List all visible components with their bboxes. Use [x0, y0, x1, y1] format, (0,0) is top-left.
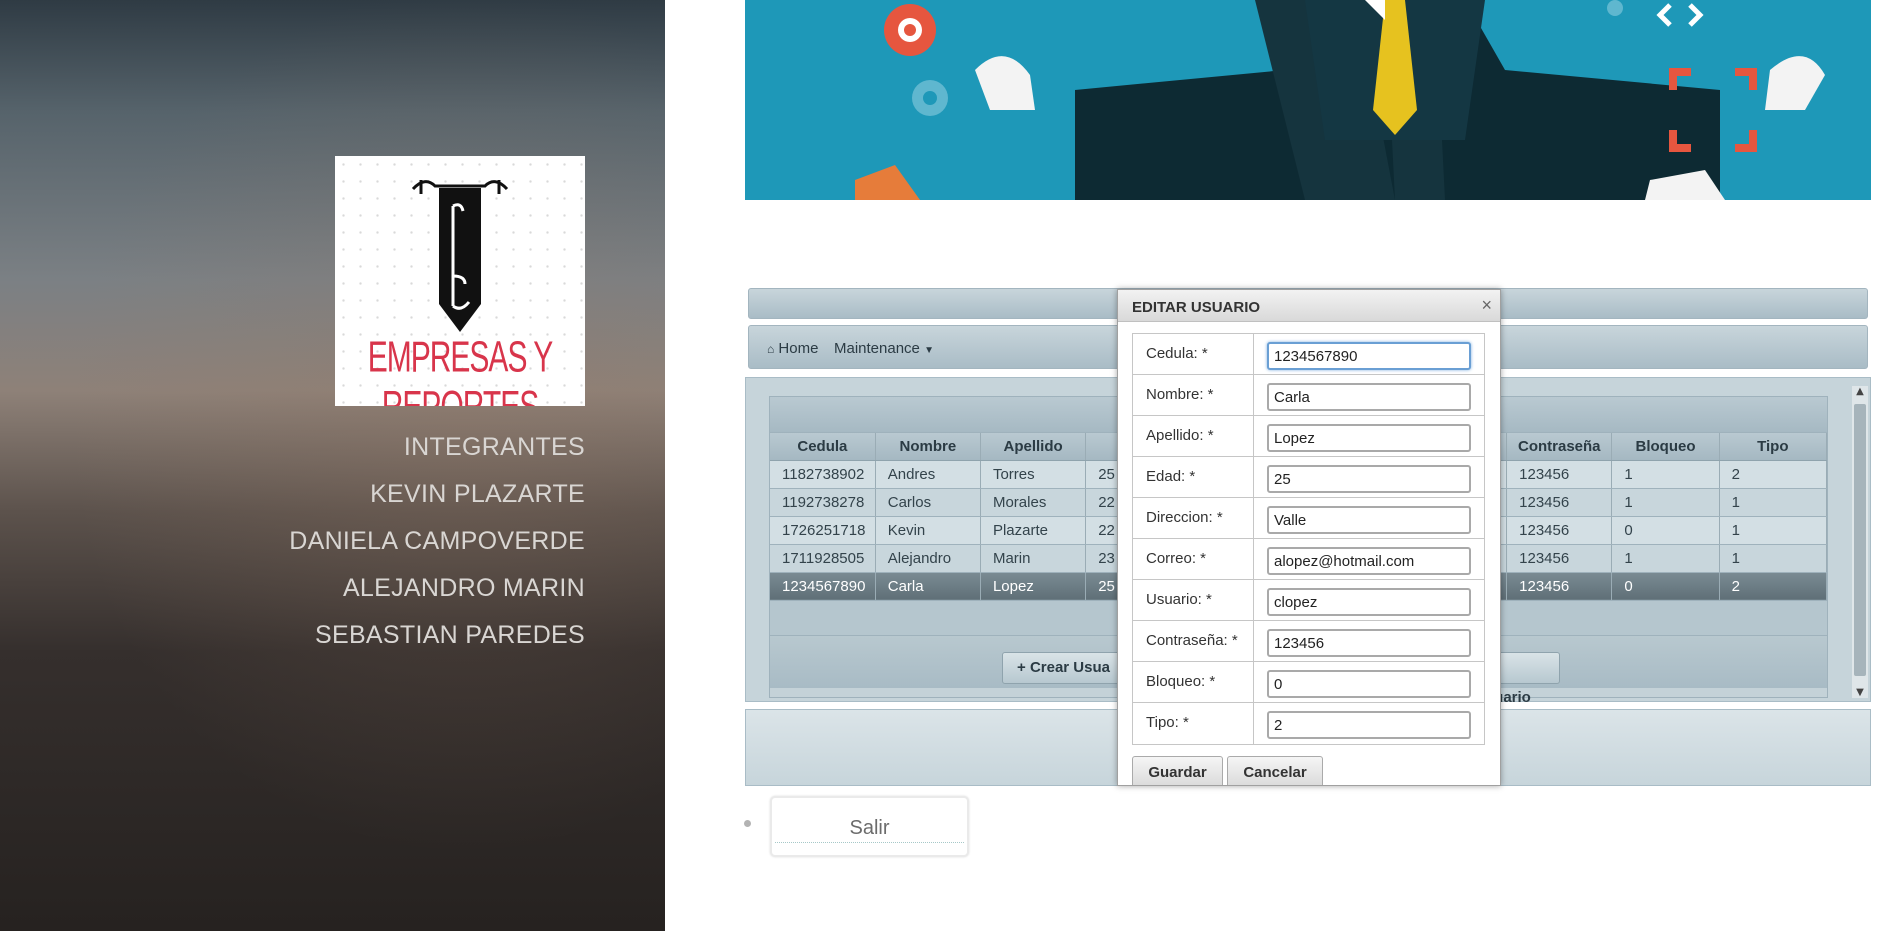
- cancel-button[interactable]: Cancelar: [1227, 756, 1323, 785]
- nav-item-kevin-plazarte[interactable]: KEVIN PLAZARTE: [289, 471, 585, 518]
- contrasena-input[interactable]: [1267, 629, 1471, 657]
- column-header[interactable]: Bloqueo: [1611, 433, 1720, 461]
- gear-icon: [884, 4, 936, 56]
- cell-apellido: Morales: [980, 488, 1087, 517]
- form-row-nombre: Nombre: *: [1133, 375, 1484, 416]
- create-user-button[interactable]: + Crear Usua: [1002, 651, 1125, 684]
- cell-apellido: Torres: [980, 460, 1087, 489]
- form-row-usuario: Usuario: *: [1133, 580, 1484, 621]
- home-icon: ⌂: [767, 342, 775, 356]
- cell-nombre: Andres: [875, 460, 981, 489]
- form-row-cedula: Cedula: *: [1133, 334, 1484, 375]
- cell-cedula: 1726251718: [770, 516, 876, 545]
- cell-nombre: Kevin: [875, 516, 981, 545]
- column-header[interactable]: Nombre: [875, 433, 981, 461]
- form-row-direccion: Direccion: *: [1133, 498, 1484, 539]
- field-label: Contraseña: *: [1133, 621, 1254, 661]
- banner-image: [745, 0, 1871, 200]
- field-label: Nombre: *: [1133, 375, 1254, 415]
- cell-contrasena: 123456: [1506, 460, 1613, 489]
- cell-contrasena: 123456: [1506, 572, 1613, 601]
- nav-item-sebastian-paredes[interactable]: SEBASTIAN PAREDES: [289, 612, 585, 659]
- logo-text: EMPRESAS Y REPORTES: [367, 334, 554, 406]
- cell-bloqueo: 0: [1611, 572, 1720, 601]
- tipo-input[interactable]: [1267, 711, 1471, 739]
- column-header[interactable]: Contraseña: [1506, 433, 1613, 461]
- cell-contrasena: 123456: [1506, 488, 1613, 517]
- menu-maintenance[interactable]: Maintenance ▼: [834, 340, 934, 357]
- bloqueo-input[interactable]: [1267, 670, 1471, 698]
- apellido-input[interactable]: [1267, 424, 1471, 452]
- close-icon[interactable]: ×: [1481, 295, 1492, 316]
- usuario-input[interactable]: [1267, 588, 1471, 616]
- column-header[interactable]: Cedula: [770, 433, 876, 461]
- cell-tipo: 1: [1719, 516, 1828, 545]
- dialog-title: EDITAR USUARIO: [1132, 299, 1261, 316]
- cell-apellido: Marin: [980, 544, 1087, 573]
- logo: EMPRESAS Y REPORTES: [335, 156, 585, 406]
- cell-tipo: 1: [1719, 544, 1828, 573]
- dialog-header[interactable]: EDITAR USUARIO ×: [1118, 290, 1500, 322]
- cell-contrasena: 123456: [1506, 544, 1613, 573]
- cell-nombre: Carla: [875, 572, 981, 601]
- cell-bloqueo: 1: [1611, 488, 1720, 517]
- menu-home[interactable]: ⌂ Home: [767, 340, 818, 357]
- logout-button[interactable]: Salir: [770, 796, 969, 857]
- form-row-tipo: Tipo: *: [1133, 703, 1484, 744]
- field-label: Bloqueo: *: [1133, 662, 1254, 702]
- cell-contrasena: 123456: [1506, 516, 1613, 545]
- cell-nombre: Alejandro: [875, 544, 981, 573]
- cell-cedula: 1192738278: [770, 488, 876, 517]
- cell-bloqueo: 0: [1611, 516, 1720, 545]
- cell-cedula: 1182738902: [770, 460, 876, 489]
- list-bullet: [744, 820, 751, 827]
- field-label: Direccion: *: [1133, 498, 1254, 538]
- scroll-thumb[interactable]: [1854, 404, 1866, 676]
- field-label: Apellido: *: [1133, 416, 1254, 456]
- cell-bloqueo: 1: [1611, 544, 1720, 573]
- nav-item-integrantes[interactable]: INTEGRANTES: [289, 424, 585, 471]
- cell-cedula: 1234567890: [770, 572, 876, 601]
- scroll-up-icon[interactable]: ▲: [1852, 386, 1868, 397]
- field-label: Cedula: *: [1133, 334, 1254, 374]
- field-label: Tipo: *: [1133, 703, 1254, 744]
- edit-user-form: Cedula: * Nombre: * Apellido: * Edad: * …: [1132, 333, 1485, 745]
- field-label: Usuario: *: [1133, 580, 1254, 620]
- nav-item-daniela-campoverde[interactable]: DANIELA CAMPOVERDE: [289, 518, 585, 565]
- scrollbar[interactable]: ▲ ▼: [1852, 386, 1868, 698]
- plus-icon: +: [1017, 658, 1026, 676]
- column-header[interactable]: Apellido: [980, 433, 1087, 461]
- caret-down-icon: ▼: [924, 345, 934, 356]
- scroll-down-icon[interactable]: ▼: [1852, 687, 1868, 698]
- edit-user-dialog: EDITAR USUARIO × Cedula: * Nombre: * Ape…: [1117, 289, 1501, 786]
- field-label: Edad: *: [1133, 457, 1254, 497]
- cell-apellido: Lopez: [980, 572, 1087, 601]
- save-button[interactable]: Guardar: [1132, 756, 1223, 785]
- form-row-apellido: Apellido: *: [1133, 416, 1484, 457]
- column-header[interactable]: Tipo: [1719, 433, 1828, 461]
- form-row-correo: Correo: *: [1133, 539, 1484, 580]
- cell-nombre: Carlos: [875, 488, 981, 517]
- nombre-input[interactable]: [1267, 383, 1471, 411]
- edad-input[interactable]: [1267, 465, 1471, 493]
- cedula-input[interactable]: [1267, 342, 1471, 370]
- cell-apellido: Plazarte: [980, 516, 1087, 545]
- correo-input[interactable]: [1267, 547, 1471, 575]
- sidebar: EMPRESAS Y REPORTES INTEGRANTES KEVIN PL…: [0, 0, 665, 931]
- cell-tipo: 1: [1719, 488, 1828, 517]
- nav-item-alejandro-marin[interactable]: ALEJANDRO MARIN: [289, 565, 585, 612]
- gear-icon: [912, 80, 948, 116]
- direccion-input[interactable]: [1267, 506, 1471, 534]
- cell-bloqueo: 1: [1611, 460, 1720, 489]
- cell-cedula: 1711928505: [770, 544, 876, 573]
- form-row-contrasena: Contraseña: *: [1133, 621, 1484, 662]
- sidebar-nav: INTEGRANTES KEVIN PLAZARTE DANIELA CAMPO…: [289, 424, 585, 659]
- form-row-edad: Edad: *: [1133, 457, 1484, 498]
- cell-tipo: 2: [1719, 460, 1828, 489]
- form-row-bloqueo: Bloqueo: *: [1133, 662, 1484, 703]
- cell-tipo: 2: [1719, 572, 1828, 601]
- field-label: Correo: *: [1133, 539, 1254, 579]
